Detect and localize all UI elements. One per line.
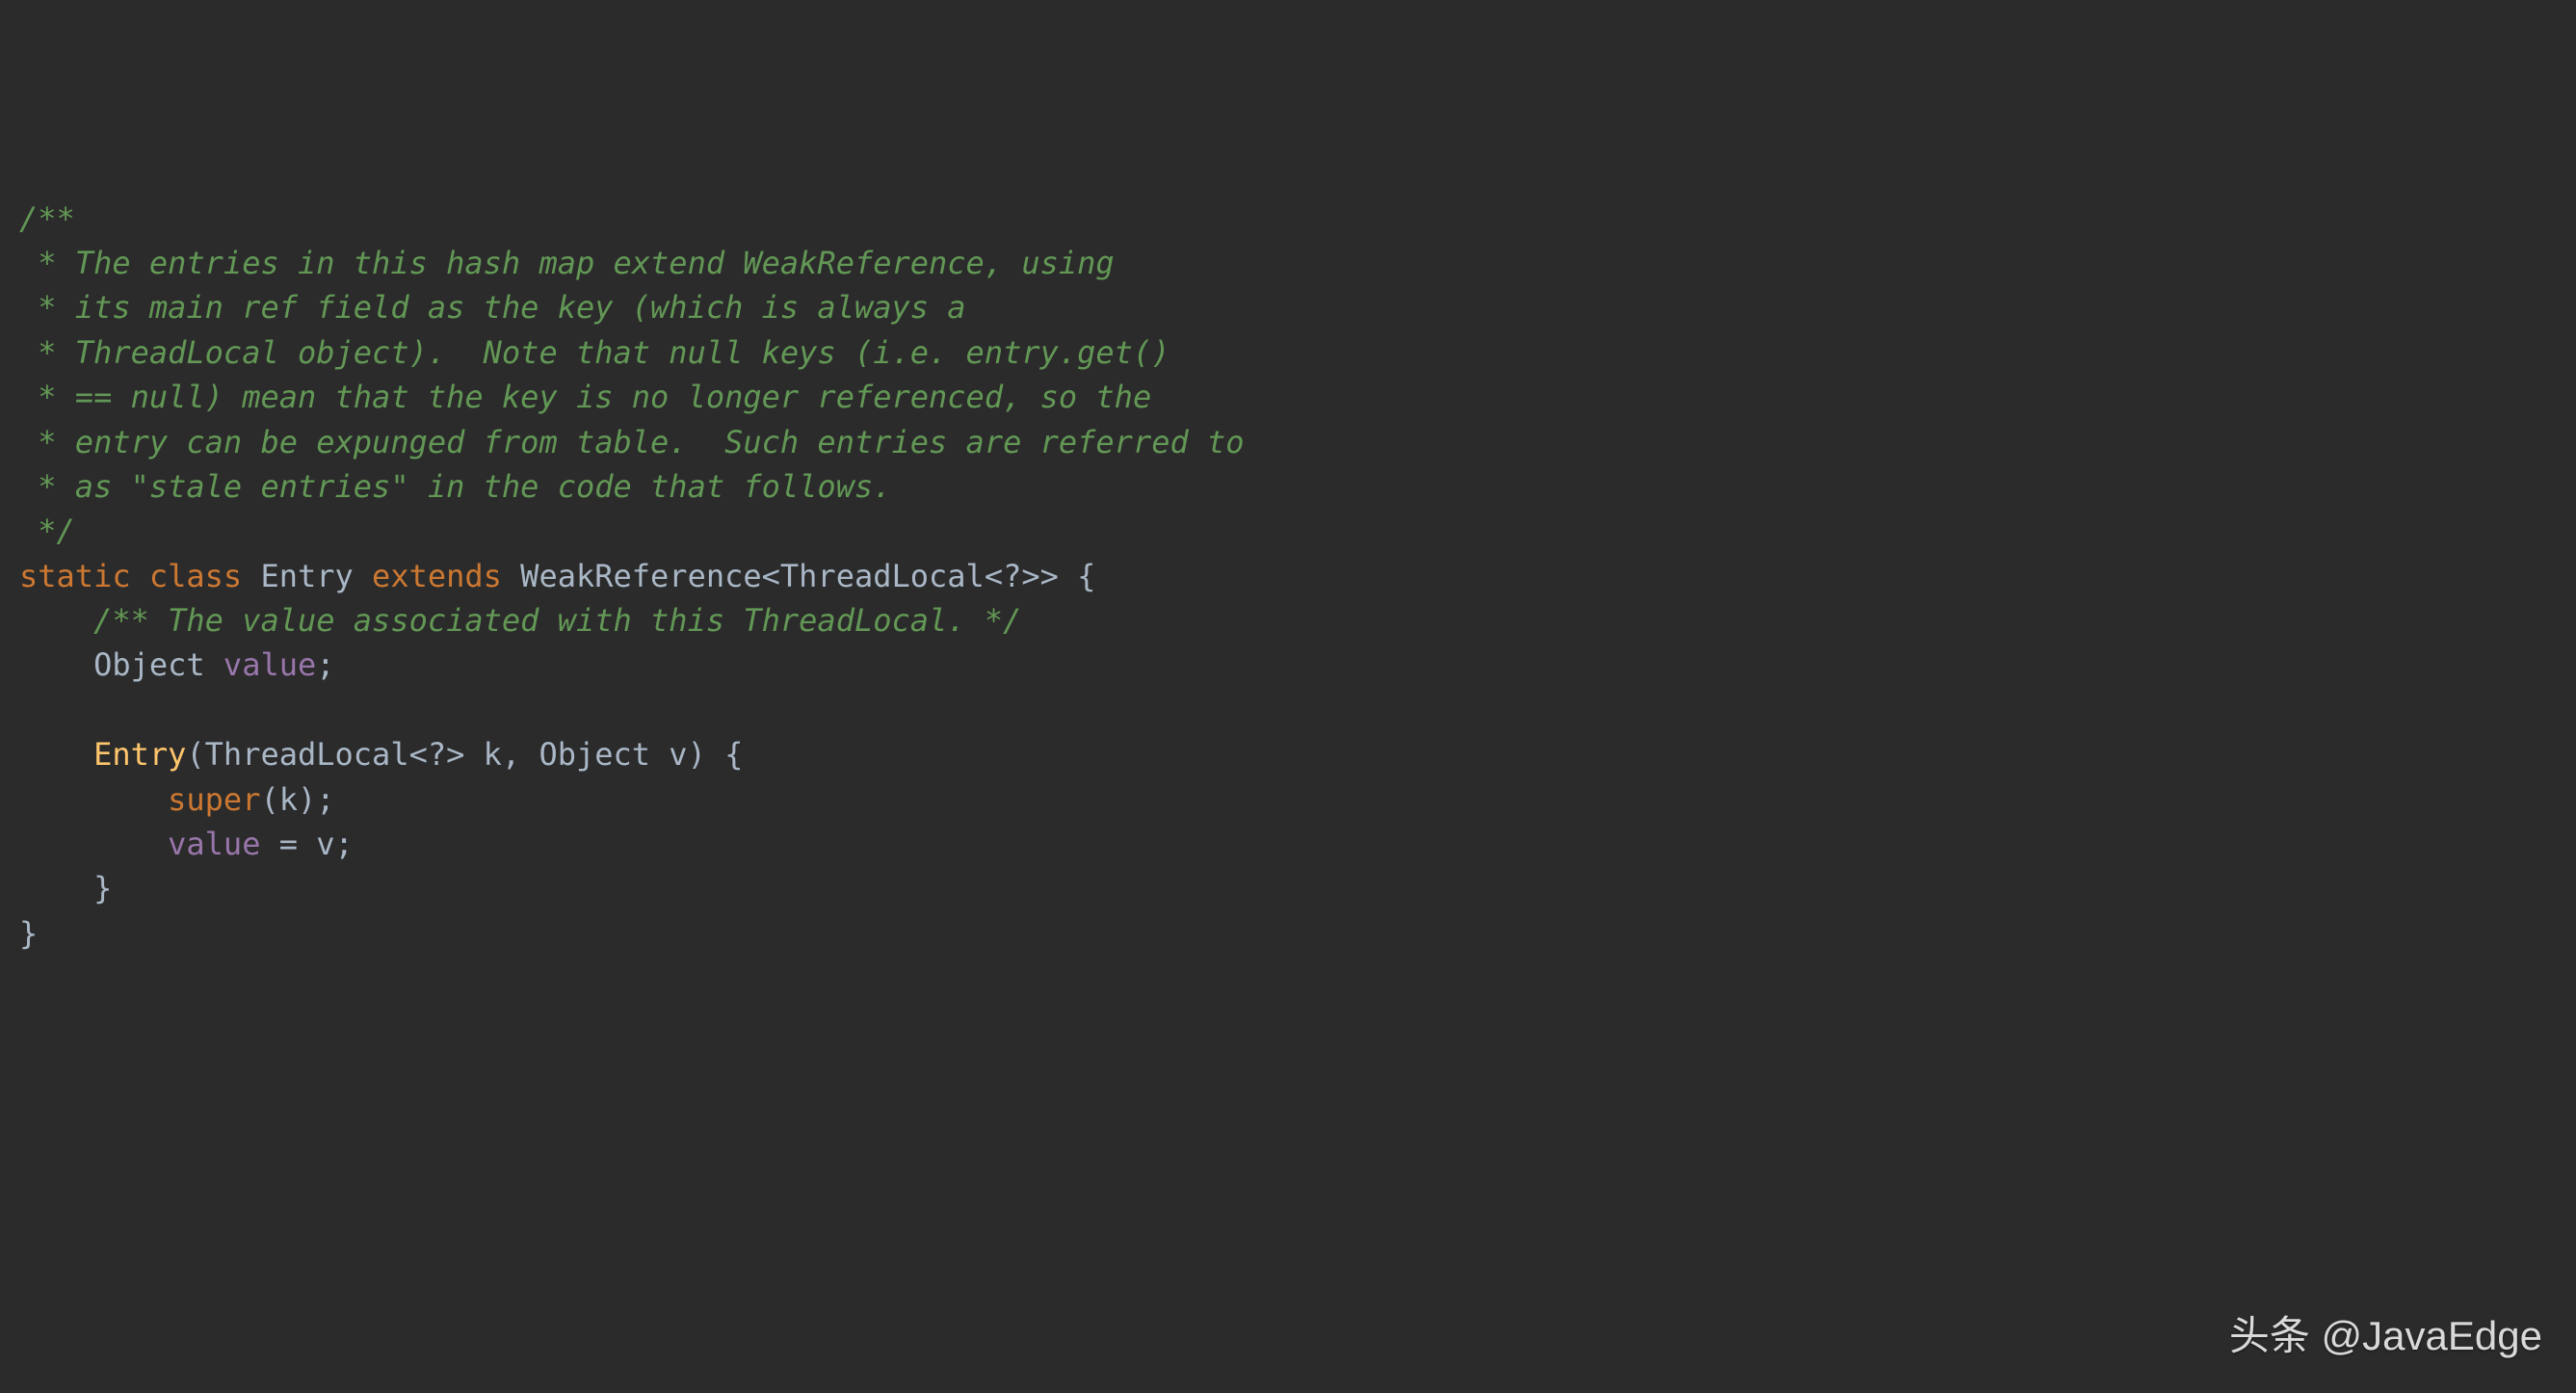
javadoc-comment: /** The value associated with this Threa… (93, 602, 1021, 639)
angle-bracket: > (1021, 558, 1039, 594)
indent-guide (19, 781, 168, 818)
constructor-name: Entry (93, 736, 186, 773)
paren-open: ( (260, 781, 278, 818)
param-type: ThreadLocal (205, 736, 409, 773)
code-editor[interactable]: /** * The entries in this hash map exten… (19, 197, 2557, 957)
brace-close: } (93, 870, 112, 907)
javadoc-comment: * its main ref field as the key (which i… (19, 289, 966, 326)
variable: v (316, 826, 334, 862)
paren-close: ) (298, 781, 316, 818)
type-threadlocal: ThreadLocal (780, 558, 985, 594)
field-value: value (223, 646, 316, 683)
paren-close: ) (688, 736, 706, 773)
indent-guide (19, 826, 168, 862)
javadoc-comment: * The entries in this hash map extend We… (19, 245, 1115, 281)
indent-guide (19, 602, 93, 639)
brace-open: { (1059, 558, 1096, 594)
argument: k (279, 781, 298, 818)
semicolon: ; (316, 781, 334, 818)
wildcard: ? (1003, 558, 1021, 594)
keyword-extends: extends (372, 558, 502, 594)
javadoc-comment: * entry can be expunged from table. Such… (19, 424, 1245, 460)
javadoc-comment: /** (19, 200, 75, 237)
indent-guide (19, 736, 93, 773)
keyword-super: super (168, 781, 260, 818)
javadoc-comment: * ThreadLocal object). Note that null ke… (19, 334, 1170, 371)
angle-bracket: > (446, 736, 464, 773)
brace-close: } (19, 915, 38, 952)
indent-guide (19, 870, 93, 907)
watermark-text: 头条 @JavaEdge (2229, 1307, 2542, 1366)
param-type: Object (520, 736, 650, 773)
keyword-class: class (149, 558, 242, 594)
field-value: value (168, 826, 260, 862)
brace-open: { (706, 736, 744, 773)
angle-bracket: < (762, 558, 780, 594)
semicolon: ; (335, 826, 354, 862)
wildcard: ? (428, 736, 446, 773)
angle-bracket: < (409, 736, 428, 773)
semicolon: ; (316, 646, 334, 683)
javadoc-comment: * as "stale entries" in the code that fo… (19, 468, 891, 505)
keyword-static: static (19, 558, 131, 594)
javadoc-comment: * == null) mean that the key is no longe… (19, 379, 1151, 415)
angle-bracket: < (985, 558, 1003, 594)
param-name: k (464, 736, 502, 773)
indent-guide (19, 646, 93, 683)
equals: = (260, 826, 316, 862)
javadoc-comment: */ (19, 513, 75, 549)
param-name: v (650, 736, 688, 773)
paren-open: ( (186, 736, 204, 773)
comma: , (502, 736, 520, 773)
type-weakreference: WeakReference (520, 558, 761, 594)
angle-bracket: > (1040, 558, 1059, 594)
class-name-entry: Entry (260, 558, 353, 594)
type-object: Object (93, 646, 205, 683)
